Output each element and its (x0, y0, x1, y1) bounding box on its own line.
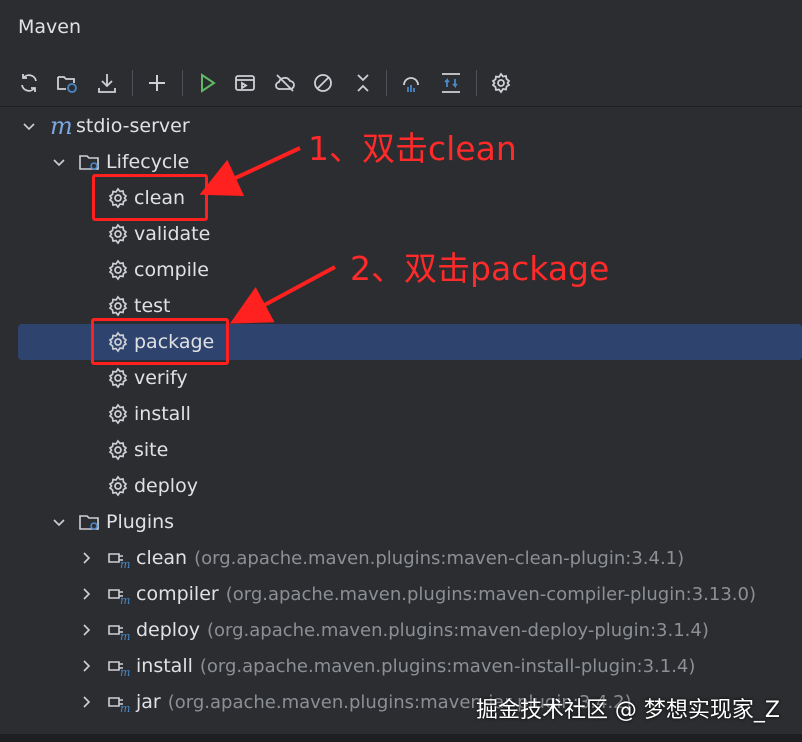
plugin-item-clean[interactable]: m clean (org.apache.maven.plugins:maven-cl… (106, 540, 684, 576)
lifecycle-item-label: install (134, 403, 191, 425)
lifecycle-item-label: validate (134, 223, 211, 245)
lifecycle-item-validate[interactable]: validate (106, 216, 210, 252)
lifecycle-item-label: site (134, 439, 169, 461)
lifecycle-item-install[interactable]: install (106, 396, 191, 432)
chevron-right-icon[interactable] (80, 623, 94, 637)
plugin-coordinates: (org.apache.maven.plugins:maven-deploy-p… (206, 619, 709, 641)
chevron-down-icon[interactable] (52, 516, 66, 530)
plugin-name: compiler (136, 583, 219, 605)
plugin-name: install (136, 655, 193, 677)
svg-text:m: m (120, 630, 130, 642)
download-icon[interactable] (92, 66, 122, 100)
folder-gear-icon (79, 155, 99, 170)
plugin-coordinates: (org.apache.maven.plugins:maven-install-… (199, 655, 696, 677)
add-icon[interactable] (142, 66, 172, 100)
plugin-goal-icon: m (108, 589, 130, 606)
plugins-label: Plugins (106, 511, 175, 533)
run-icon[interactable] (192, 66, 222, 100)
run-configuration-icon[interactable] (230, 66, 260, 100)
chevron-right-icon[interactable] (80, 695, 94, 709)
lifecycle-item-label: compile (134, 259, 209, 281)
collapse-icon[interactable] (348, 66, 378, 100)
gear-icon (108, 259, 128, 281)
annotation-box-package (91, 318, 229, 365)
plugin-goal-icon: m (108, 625, 130, 642)
plugin-item-install[interactable]: m install (org.apache.maven.plugins:maven-… (106, 648, 695, 684)
svg-text:m: m (120, 594, 130, 606)
svg-text:m: m (120, 666, 130, 678)
gear-icon (108, 367, 128, 389)
svg-text:m: m (120, 558, 130, 570)
watermark: 掘金技术社区 @ 梦想实现家_Z (475, 698, 780, 723)
lifecycle-label: Lifecycle (106, 151, 190, 173)
folder-gear-icon (79, 515, 99, 530)
tree-plugins[interactable]: Plugins (78, 504, 174, 540)
reimport-folder-icon[interactable] (52, 66, 82, 100)
gear-icon (108, 295, 128, 317)
lifecycle-item-verify[interactable]: verify (106, 360, 188, 396)
plugin-coordinates: (org.apache.maven.plugins:maven-clean-pl… (194, 547, 685, 569)
lifecycle-item-label: deploy (134, 475, 198, 497)
project-label: stdio-server (76, 115, 190, 137)
chevron-down-icon[interactable] (52, 156, 66, 170)
plugin-coordinates: (org.apache.maven.plugins:maven-compiler… (225, 583, 756, 605)
plugin-goal-icon: m (108, 553, 130, 570)
gear-icon (108, 475, 128, 497)
skip-tests-icon[interactable] (308, 66, 338, 100)
expand-toggle-icon[interactable] (436, 66, 466, 100)
arrow-to-clean (199, 146, 301, 197)
lifecycle-item-label: verify (134, 367, 188, 389)
svg-text:m: m (120, 702, 130, 714)
offline-icon[interactable] (270, 66, 300, 100)
toolbar-divider (0, 106, 802, 107)
plugin-item-compiler[interactable]: m compiler (org.apache.maven.plugins:maven… (106, 576, 756, 612)
plugin-item-deploy[interactable]: m deploy (org.apache.maven.plugins:maven-d… (106, 612, 709, 648)
maven-m-icon: m (50, 112, 73, 140)
annotation-step1: 1、双击clean (308, 129, 517, 168)
chevron-right-icon[interactable] (80, 551, 94, 565)
lifecycle-item-deploy[interactable]: deploy (106, 468, 198, 504)
lifecycle-item-compile[interactable]: compile (106, 252, 209, 288)
lifecycle-item-site[interactable]: site (106, 432, 168, 468)
annotation-box-clean (92, 174, 208, 221)
bottom-border (0, 734, 802, 742)
gear-icon (108, 439, 128, 461)
settings-icon[interactable] (486, 66, 516, 100)
tree-project[interactable]: m stdio-server (50, 108, 190, 144)
arrow-to-package (229, 265, 336, 324)
analyze-dependencies-icon[interactable] (396, 66, 426, 100)
reload-icon[interactable] (14, 66, 44, 100)
plugin-name: deploy (136, 619, 200, 641)
plugin-goal-icon: m (108, 697, 130, 714)
tool-window-title: Maven (18, 16, 82, 38)
annotation-step2: 2、双击package (350, 249, 610, 288)
lifecycle-item-label: test (134, 295, 171, 317)
gear-icon (108, 403, 128, 425)
chevron-right-icon[interactable] (80, 659, 94, 673)
plugin-name: jar (136, 691, 161, 713)
plugin-goal-icon: m (108, 661, 130, 678)
gear-icon (108, 223, 128, 245)
chevron-down-icon[interactable] (22, 120, 36, 134)
plugin-name: clean (136, 547, 188, 569)
chevron-right-icon[interactable] (80, 587, 94, 601)
